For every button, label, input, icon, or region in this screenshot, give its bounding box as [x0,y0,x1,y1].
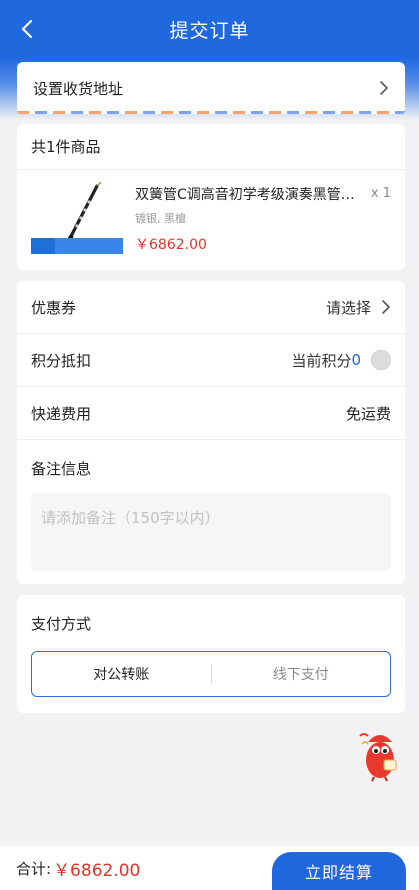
address-label: 设置收货地址 [33,79,124,98]
remark-label: 备注信息 [31,460,92,478]
total-amount: ￥6862.00 [53,860,141,881]
coupon-value: 请选择 [325,298,371,317]
order-options-card: 优惠券 请选择 积分抵扣 当前积分 0 快递费用 免运费 备注信息 [17,281,405,584]
payment-option-offline[interactable]: 线下支付 [212,664,391,684]
product-spec: 镀银, 黑檀 [135,212,186,225]
coupon-label: 优惠券 [31,298,77,317]
shipping-row: 快递费用 免运费 [17,387,405,440]
payment-method-switch: 对公转账 线下支付 [31,651,391,697]
product-price: ￥6862.00 [135,237,207,253]
chevron-right-icon [382,300,390,314]
nav-bar: 提交订单 [0,0,419,58]
shipping-label: 快递费用 [31,404,92,423]
product-image [31,182,123,262]
goods-card: 共1件商品 双簧管C调高音初学考级演奏黑管… x 1 镀银, 黑檀 ￥6862.… [17,124,405,270]
payment-label: 支付方式 [31,615,92,633]
chevron-right-icon [380,81,388,95]
address-selector[interactable]: 设置收货地址 [17,62,405,114]
points-label: 积分抵扣 [31,351,92,370]
chevron-left-icon [21,19,33,39]
back-button[interactable] [16,17,38,41]
remark-input[interactable] [31,493,391,571]
product-image-badge [33,240,53,252]
goods-item[interactable]: 双簧管C调高音初学考级演奏黑管… x 1 镀银, 黑檀 ￥6862.00 [17,170,405,270]
coupon-row[interactable]: 优惠券 请选择 [17,281,405,334]
payment-card: 支付方式 对公转账 线下支付 [17,595,405,713]
points-prefix: 当前积分 [291,351,352,370]
shipping-value: 免运费 [345,404,391,423]
goods-count: 共1件商品 [17,124,405,170]
address-divider-stripe [17,111,405,114]
points-row: 积分抵扣 当前积分 0 [17,334,405,387]
submit-order-button[interactable]: 立即结算 [272,852,406,890]
points-value: 0 [351,351,361,369]
mascot-icon[interactable] [354,726,402,782]
product-title: 双簧管C调高音初学考级演奏黑管… [135,187,355,203]
product-quantity: x 1 [370,186,391,201]
page-title: 提交订单 [169,19,250,42]
payment-option-transfer[interactable]: 对公转账 [32,664,211,684]
points-toggle-radio[interactable] [371,350,391,370]
total-label: 合计: [16,859,52,878]
